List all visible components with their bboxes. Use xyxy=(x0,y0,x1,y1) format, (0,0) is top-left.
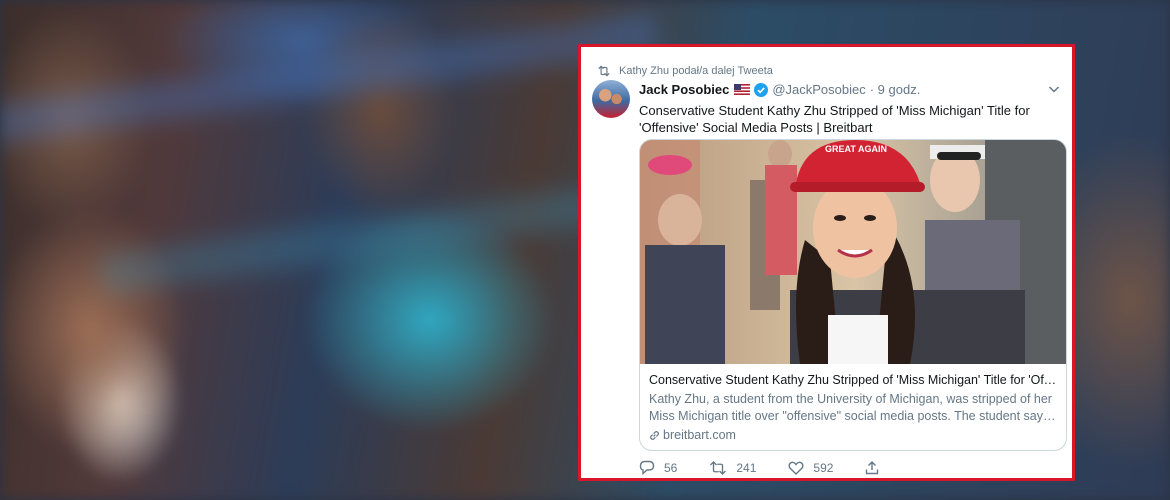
card-photo: GREAT AGAIN xyxy=(640,140,1066,364)
author-name[interactable]: Jack Posobiec xyxy=(639,82,729,97)
retweet-count: 241 xyxy=(736,460,757,475)
card-description: Kathy Zhu, a student from the University… xyxy=(649,392,1052,423)
reply-icon xyxy=(639,460,655,475)
retweeted-by-text: Kathy Zhu podał/a dalej Tweeta xyxy=(619,65,773,77)
avatar[interactable] xyxy=(592,80,630,118)
share-button[interactable] xyxy=(865,460,888,475)
retweet-icon xyxy=(710,460,727,475)
reply-button[interactable]: 56 xyxy=(639,460,677,475)
retweet-button[interactable]: 241 xyxy=(709,461,756,475)
us-flag-icon xyxy=(734,84,751,95)
share-icon xyxy=(866,460,879,474)
like-button[interactable]: 592 xyxy=(788,461,833,475)
retweet-icon xyxy=(598,65,610,77)
card-image: GREAT AGAIN xyxy=(640,140,1066,364)
author-handle[interactable]: @JackPosobiec xyxy=(772,82,865,97)
highlight-frame: Kathy Zhu podał/a dalej Tweeta Jack Poso… xyxy=(578,44,1075,481)
heart-icon xyxy=(788,461,804,475)
like-count: 592 xyxy=(813,460,834,475)
author-line: Jack Posobiec @JackPosobiec · 9 godz. xyxy=(639,82,920,97)
retweeted-by-line[interactable]: Kathy Zhu podał/a dalej Tweeta xyxy=(598,65,773,77)
tweet-text: Conservative Student Kathy Zhu Stripped … xyxy=(639,103,1030,135)
link-icon xyxy=(650,430,659,440)
tweet-actions: 56 241 592 xyxy=(639,460,920,475)
cap-text: GREAT AGAIN xyxy=(825,144,887,154)
chevron-down-icon[interactable] xyxy=(1048,83,1060,95)
card-domain-text: breitbart.com xyxy=(663,428,736,442)
verified-badge-icon xyxy=(754,82,769,97)
link-card[interactable]: GREAT AGAIN Conservative Student Kathy Z… xyxy=(639,139,1067,451)
tweet[interactable]: Kathy Zhu podał/a dalej Tweeta Jack Poso… xyxy=(581,47,1072,478)
reply-count: 56 xyxy=(664,460,678,475)
card-domain: breitbart.com xyxy=(649,428,1057,442)
card-title: Conservative Student Kathy Zhu Stripped … xyxy=(649,373,1057,387)
card-meta: Conservative Student Kathy Zhu Stripped … xyxy=(649,372,1057,442)
tweet-timestamp[interactable]: · 9 godz. xyxy=(870,82,921,97)
